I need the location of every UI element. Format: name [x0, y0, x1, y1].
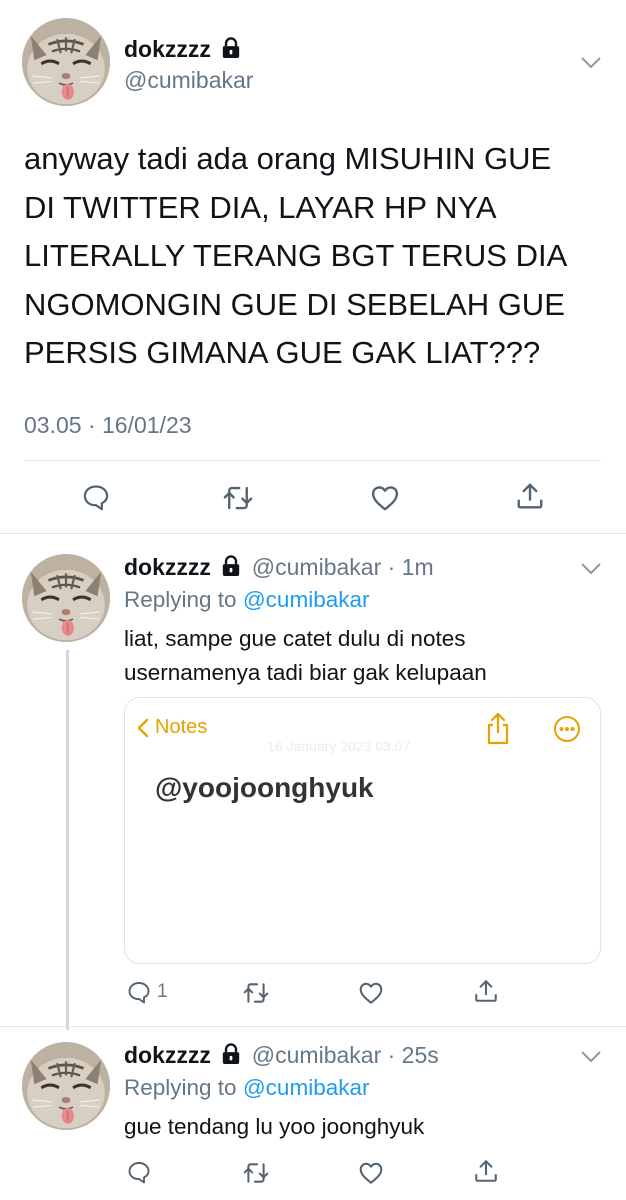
reply-icon: [82, 483, 110, 511]
reply-button[interactable]: 1: [127, 980, 168, 1004]
tweet-text: liat, sampe gue catet dulu di notes user…: [124, 622, 487, 690]
retweet-icon: [223, 483, 253, 513]
like-button[interactable]: [358, 1160, 384, 1186]
author-handle[interactable]: @cumibakar: [124, 67, 253, 94]
share-button[interactable]: [515, 481, 545, 511]
author-name-row[interactable]: dokzzzz: [124, 36, 241, 63]
avatar[interactable]: [22, 1042, 110, 1130]
replying-to-link[interactable]: @cumibakar: [243, 1075, 370, 1100]
tweet-text-line: liat, sampe gue catet dulu di notes: [124, 626, 466, 651]
retweet-button[interactable]: [243, 980, 269, 1006]
chevron-left-icon: [137, 718, 149, 737]
divider: [24, 460, 601, 461]
handle-time[interactable]: @cumibakar · 1m: [252, 554, 434, 580]
chevron-down-icon[interactable]: [580, 562, 602, 576]
more-icon: [554, 716, 580, 742]
replying-to-link[interactable]: @cumibakar: [243, 587, 370, 612]
share-icon: [473, 1158, 499, 1184]
chevron-down-icon[interactable]: [580, 56, 602, 70]
reply-button[interactable]: [82, 483, 110, 511]
replying-to: Replying to @cumibakar: [124, 1075, 369, 1101]
divider: [0, 533, 626, 534]
reply-icon: [127, 1160, 151, 1184]
notes-date: 16 January 2023 03.07: [267, 738, 411, 754]
lock-icon: [221, 37, 241, 59]
reply-icon: [127, 980, 151, 1004]
thread-connector: [66, 650, 69, 1030]
reply-header: dokzzzz @cumibakar · 25s: [124, 1042, 439, 1069]
tweet-text-line: LITERALLY TERANG BGT TERUS DIA: [24, 238, 568, 273]
replying-prefix: Replying to: [124, 1075, 237, 1100]
avatar[interactable]: [22, 18, 110, 106]
avatar[interactable]: [22, 554, 110, 642]
tweet-timestamp[interactable]: 03.05 · 16/01/23: [24, 412, 192, 439]
retweet-icon: [243, 1160, 269, 1186]
like-icon: [358, 1160, 384, 1186]
lock-icon: [221, 555, 241, 577]
lock-icon: [221, 1043, 241, 1065]
retweet-button[interactable]: [243, 1160, 269, 1186]
replying-to: Replying to @cumibakar: [124, 587, 369, 613]
replying-prefix: Replying to: [124, 587, 237, 612]
tweet-text-line: NGOMONGIN GUE DI SEBELAH GUE: [24, 286, 565, 322]
tweet-text: anyway tadi ada orang MISUHIN GUE DI TWI…: [24, 135, 609, 378]
retweet-button[interactable]: [223, 483, 253, 513]
like-button[interactable]: [358, 980, 384, 1006]
share-button[interactable]: [473, 1158, 499, 1184]
author-name[interactable]: dokzzzz: [124, 1042, 211, 1068]
reply-header: dokzzzz @cumibakar · 1m: [124, 554, 434, 581]
handle-time[interactable]: @cumibakar · 25s: [252, 1042, 439, 1068]
author-name[interactable]: dokzzzz: [124, 36, 211, 62]
divider: [0, 1026, 626, 1027]
retweet-icon: [243, 980, 269, 1006]
tweet-text-line: DI TWITTER DIA, LAYAR HP NYA: [24, 189, 497, 225]
tweet-text: gue tendang lu yoo joonghyuk: [124, 1114, 425, 1139]
tweet-text-line: usernamenya tadi biar gak kelupaan: [124, 660, 487, 685]
share-button[interactable]: [473, 978, 499, 1004]
like-button[interactable]: [370, 483, 400, 513]
reply-button[interactable]: [127, 1160, 151, 1184]
notes-share-icon: [487, 712, 509, 745]
notes-back-label: Notes: [155, 716, 208, 738]
tweet-text-line: PERSIS GIMANA GUE GAK LIAT???: [24, 335, 541, 370]
reply-count: 1: [157, 981, 168, 1002]
notes-back-button: Notes: [137, 716, 207, 739]
attached-image[interactable]: Notes 16 January 2023 03.07 @yoojoonghyu…: [124, 697, 601, 964]
share-icon: [473, 978, 499, 1004]
chevron-down-icon[interactable]: [580, 1050, 602, 1064]
tweet-text-line: anyway tadi ada orang MISUHIN GUE: [24, 141, 552, 176]
share-icon: [515, 481, 545, 511]
notes-body: @yoojoonghyuk: [155, 772, 374, 803]
author-name[interactable]: dokzzzz: [124, 554, 211, 580]
like-icon: [358, 980, 384, 1006]
like-icon: [370, 483, 400, 513]
